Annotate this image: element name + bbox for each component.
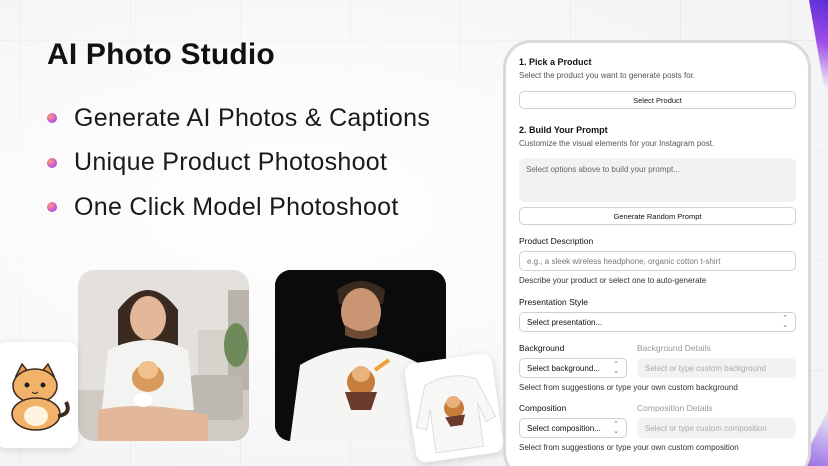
- chevron-updown-icon: ⌃ ⌄: [613, 361, 619, 375]
- step2-title: 2. Build Your Prompt: [519, 125, 608, 135]
- composition-col: Composition Select composition... ⌃ ⌄: [519, 403, 627, 438]
- sweater-sticker-icon: [415, 375, 497, 454]
- presentation-style-value: Select presentation...: [527, 317, 603, 327]
- feature-text: Generate AI Photos & Captions: [74, 103, 431, 132]
- background-details-col: Background Details Select or type custom…: [637, 343, 796, 378]
- model-photo-woman: [78, 270, 249, 441]
- background-select[interactable]: Select background... ⌃ ⌄: [519, 358, 627, 378]
- presentation-style-select[interactable]: Select presentation... ⌃ ⌄: [519, 312, 796, 332]
- chevron-updown-icon: ⌃ ⌄: [782, 315, 788, 329]
- background-col: Background Select background... ⌃ ⌄: [519, 343, 627, 378]
- feature-item: Unique Product Photoshoot: [47, 141, 430, 186]
- composition-helper: Select from suggestions or type your own…: [519, 443, 739, 452]
- background-details-input[interactable]: Select or type custom background: [637, 358, 796, 378]
- cat-sticker: [0, 342, 78, 448]
- composition-select[interactable]: Select composition... ⌃ ⌄: [519, 418, 627, 438]
- feature-text: One Click Model Photoshoot: [74, 192, 399, 221]
- phone-mockup: 1. Pick a Product Select the product you…: [503, 40, 811, 466]
- generate-random-prompt-button[interactable]: Generate Random Prompt: [519, 207, 796, 225]
- product-description-label: Product Description: [519, 236, 594, 246]
- step1-title: 1. Pick a Product: [519, 57, 592, 67]
- feature-text: Unique Product Photoshoot: [74, 148, 388, 177]
- background-label: Background: [519, 343, 565, 353]
- composition-details-col: Composition Details Select or type custo…: [637, 403, 796, 438]
- bullet-icon: [47, 157, 57, 168]
- step2-description: Customize the visual elements for your I…: [519, 139, 715, 148]
- bullet-icon: [47, 202, 57, 213]
- woman-illustration: [78, 270, 249, 441]
- background-row: Background Select background... ⌃ ⌄ Backg…: [519, 343, 796, 378]
- product-description-helper: Describe your product or select one to a…: [519, 276, 707, 285]
- product-description-input[interactable]: e.g., a sleek wireless headphone, organi…: [519, 251, 796, 271]
- sweater-sticker: [403, 352, 505, 464]
- feature-item: Generate AI Photos & Captions: [47, 96, 430, 141]
- chevron-updown-icon: ⌃ ⌄: [613, 421, 619, 435]
- step1-description: Select the product you want to generate …: [519, 71, 696, 80]
- feature-list: Generate AI Photos & Captions Unique Pro…: [47, 96, 430, 230]
- feature-item: One Click Model Photoshoot: [47, 185, 430, 230]
- composition-details-input[interactable]: Select or type custom composition: [637, 418, 796, 438]
- composition-details-label: Composition Details: [637, 403, 713, 413]
- select-product-button[interactable]: Select Product: [519, 91, 796, 109]
- cat-sticker-icon: [11, 362, 70, 431]
- bullet-icon: [47, 113, 57, 124]
- phone-screen: 1. Pick a Product Select the product you…: [506, 43, 808, 466]
- composition-label: Composition: [519, 403, 567, 413]
- background-value: Select background...: [527, 363, 600, 373]
- background-helper: Select from suggestions or type your own…: [519, 383, 738, 392]
- background-details-label: Background Details: [637, 343, 711, 353]
- composition-row: Composition Select composition... ⌃ ⌄ Com…: [519, 403, 796, 438]
- hero-title: AI Photo Studio: [47, 38, 275, 71]
- presentation-style-label: Presentation Style: [519, 297, 588, 307]
- prompt-textarea[interactable]: Select options above to build your promp…: [519, 158, 796, 202]
- composition-value: Select composition...: [527, 423, 601, 433]
